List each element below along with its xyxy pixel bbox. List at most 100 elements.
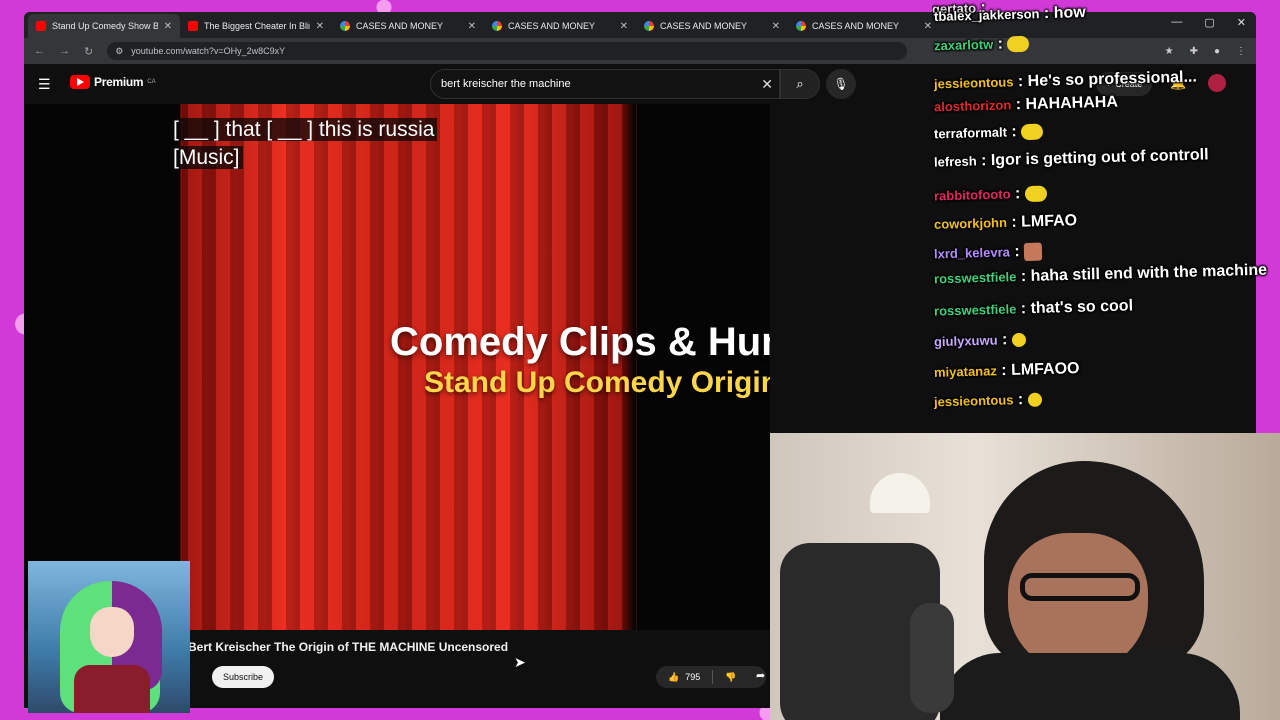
chat-message: zaxarlotw : xyxy=(934,35,1030,55)
search-input[interactable]: bert kreischer the machine ✕ xyxy=(430,69,780,99)
search-value: bert kreischer the machine xyxy=(441,78,571,90)
thumbs-up-icon[interactable]: 👍 xyxy=(668,672,679,683)
chat-text: LMFAO xyxy=(1020,212,1078,231)
divider xyxy=(712,670,714,684)
chat-message: jessieontous : He's so professional... xyxy=(934,69,1197,94)
tab-4[interactable]: CASES AND MONEY ✕ xyxy=(636,14,788,38)
search-button[interactable]: ⌕ xyxy=(780,69,820,99)
tab-3[interactable]: CASES AND MONEY ✕ xyxy=(484,14,636,38)
pikachu-emote xyxy=(1020,123,1044,141)
pikachu-emote xyxy=(1024,185,1047,203)
reload-icon[interactable]: ↻ xyxy=(84,45,93,58)
closed-captions: [ __ ] that [ __ ] this is russia [Music… xyxy=(170,116,438,172)
search-icon: ⌕ xyxy=(796,76,804,91)
chat-separator: : xyxy=(1013,390,1028,409)
chat-separator: : xyxy=(1013,72,1028,91)
chat-username[interactable]: rosswestfiele xyxy=(934,301,1017,318)
chat-username[interactable]: miyatanaz xyxy=(934,363,997,380)
video-title-overlay: Comedy Clips & Humor xyxy=(390,320,770,364)
clear-search-icon[interactable]: ✕ xyxy=(761,76,773,93)
caption-line-1: [ __ ] that [ __ ] this is russia xyxy=(170,118,438,141)
mouse-cursor-icon: ➤ xyxy=(514,654,526,670)
tab-title: Stand Up Comedy Show Be xyxy=(52,21,158,31)
close-icon[interactable]: ✕ xyxy=(772,21,780,32)
close-icon[interactable]: ✕ xyxy=(316,21,324,32)
chat-message: tbalex_jakkerson : how xyxy=(934,4,1086,26)
close-icon[interactable]: ✕ xyxy=(924,21,932,32)
youtube-icon xyxy=(36,21,46,31)
tab-0[interactable]: Stand Up Comedy Show Be ✕ xyxy=(28,14,180,38)
chat-username[interactable]: rosswestfiele xyxy=(934,269,1017,286)
chat-username[interactable]: alosthorizon xyxy=(934,97,1012,114)
laugh-emote xyxy=(1027,392,1042,408)
voice-search-button[interactable]: 🎙 xyxy=(826,69,856,99)
back-icon[interactable]: ← xyxy=(34,45,45,57)
chat-message: rosswestfiele : haha still end with the … xyxy=(934,262,1267,289)
chat-separator: : xyxy=(1039,4,1054,23)
chat-message: coworkjohn : LMFAO xyxy=(934,212,1078,234)
chat-separator: : xyxy=(1011,96,1026,114)
chat-username[interactable]: jessieontous xyxy=(934,74,1014,91)
chat-text: LMFAOO xyxy=(1010,360,1080,379)
chat-message: rosswestfiele : that's so cool xyxy=(934,297,1133,320)
chat-username[interactable]: rabbitofooto xyxy=(934,186,1011,203)
youtube-logo[interactable]: Premium CA xyxy=(70,75,156,89)
chat-message: giulyxuwu : xyxy=(934,331,1026,351)
chat-message: rabbitofooto : xyxy=(934,185,1047,206)
vtuber-avatar xyxy=(28,561,190,713)
tab-title: CASES AND MONEY xyxy=(660,21,748,31)
close-icon[interactable]: ✕ xyxy=(620,21,628,32)
close-icon[interactable]: ✕ xyxy=(468,21,476,32)
streamer-shirt xyxy=(940,653,1240,720)
chat-username[interactable]: tbalex_jakkerson xyxy=(934,6,1040,24)
close-icon[interactable]: ✕ xyxy=(164,21,172,32)
chat-message: terraformalt : xyxy=(934,123,1044,144)
chat-username[interactable]: lefresh xyxy=(934,153,977,169)
tab-title: CASES AND MONEY xyxy=(812,21,900,31)
avatar-face xyxy=(90,607,134,657)
youtube-icon xyxy=(188,21,198,31)
chat-text: how xyxy=(1053,4,1086,22)
share-icon[interactable]: ➦ xyxy=(756,669,765,682)
chat-username[interactable]: zaxarlotw xyxy=(934,37,994,54)
hamburger-menu-icon[interactable]: ☰ xyxy=(38,76,51,93)
streamer-glasses xyxy=(1020,573,1140,601)
microphone-icon: 🎙 xyxy=(833,77,849,91)
google-icon xyxy=(796,21,806,31)
video-player[interactable]: [ __ ] that [ __ ] this is russia [Music… xyxy=(24,104,770,630)
chat-message: lxrd_kelevra : xyxy=(934,242,1043,264)
chat-separator: : xyxy=(1016,300,1031,318)
streamer-face xyxy=(1008,533,1148,673)
chat-username[interactable]: coworkjohn xyxy=(934,215,1007,232)
chat-username[interactable]: terraformalt xyxy=(934,125,1007,142)
logo-text: Premium xyxy=(94,75,144,89)
chat-text: that's so cool xyxy=(1030,297,1134,318)
chat-separator: : xyxy=(997,331,1012,349)
caption-line-2: [Music] xyxy=(170,146,243,169)
tab-title: CASES AND MONEY xyxy=(356,21,444,31)
tab-2[interactable]: CASES AND MONEY ✕ xyxy=(332,14,484,38)
lamp xyxy=(870,473,930,513)
chat-separator: : xyxy=(993,35,1008,53)
url-field[interactable]: ⚙ youtube.com/watch?v=OHy_2w8C9xY xyxy=(107,42,908,60)
chat-separator: : xyxy=(996,361,1012,380)
tab-5[interactable]: CASES AND MONEY ✕ xyxy=(788,14,940,38)
chat-message: miyatanaz : LMFAOO xyxy=(934,360,1080,382)
tab-1[interactable]: The Biggest Cheater In Blindfold ✕ xyxy=(180,14,332,38)
chat-username[interactable]: lxrd_kelevra xyxy=(934,244,1010,261)
chat-username[interactable]: jessieontous xyxy=(934,392,1014,409)
forward-icon[interactable]: → xyxy=(59,45,70,57)
microphone xyxy=(910,603,954,713)
thumbs-down-icon[interactable]: 👎 xyxy=(725,672,736,683)
subscribe-button[interactable]: Subscribe xyxy=(212,666,275,688)
like-count: 795 xyxy=(685,672,701,682)
site-info-icon[interactable]: ⚙ xyxy=(115,46,123,57)
face-emote xyxy=(1023,242,1043,262)
chat-separator: : xyxy=(976,152,992,170)
chat-username[interactable]: giulyxuwu xyxy=(934,333,998,350)
tab-title: The Biggest Cheater In Blindfold xyxy=(204,21,310,31)
chat-message: lefresh : Igor is getting out of control… xyxy=(934,146,1209,171)
youtube-play-icon xyxy=(70,75,90,89)
webcam-feed xyxy=(770,433,1280,720)
chat-separator: : xyxy=(1006,213,1022,231)
